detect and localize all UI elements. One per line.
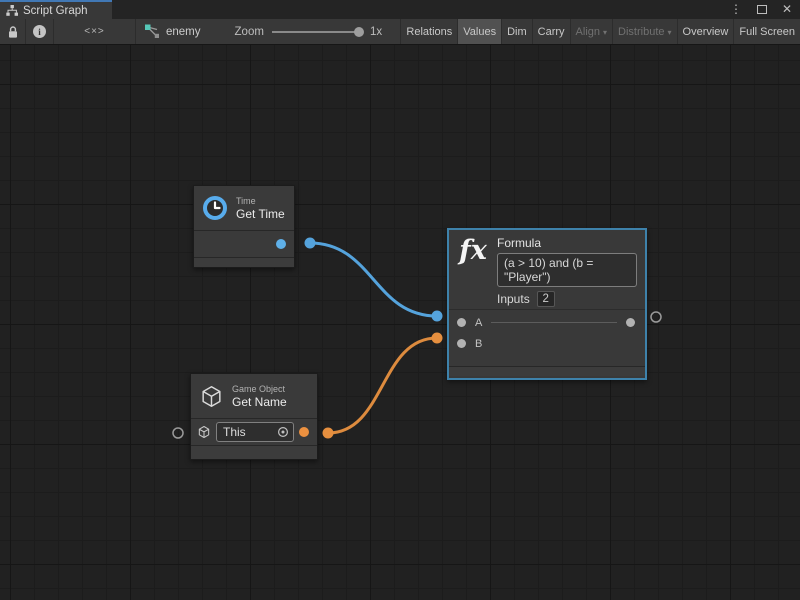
zoom-value: 1x — [370, 26, 382, 38]
unconnected-output-formula[interactable] — [651, 312, 661, 322]
graph-breadcrumb[interactable]: enemy — [144, 19, 201, 44]
wire-layer — [0, 45, 800, 600]
graph-icon — [144, 24, 160, 39]
carry-button[interactable]: Carry — [532, 19, 570, 44]
port-row-a: A — [449, 312, 645, 333]
zoom-control: Zoom 1x — [235, 19, 383, 44]
window-menu-icon[interactable]: ⋮ — [730, 0, 742, 19]
graph-name-label: enemy — [166, 26, 201, 38]
node-get-name-ports: This — [191, 418, 317, 445]
wire-endpoint-name-output[interactable] — [323, 428, 334, 439]
close-icon[interactable]: ✕ — [782, 0, 792, 19]
window-controls: ⋮ ✕ — [730, 0, 792, 19]
zoom-slider[interactable] — [272, 26, 362, 38]
wire-endpoint-formula-b[interactable] — [432, 333, 443, 344]
unconnected-input-get-name[interactable] — [173, 428, 183, 438]
chevron-down-icon: ▾ — [603, 28, 607, 37]
code-view-button[interactable]: <×> — [54, 19, 136, 44]
titlebar: Script Graph ⋮ ✕ — [0, 0, 800, 19]
output-port-time[interactable] — [276, 239, 286, 249]
formula-fx-icon: fx — [457, 236, 489, 309]
node-get-time-ports — [194, 230, 294, 257]
relations-button[interactable]: Relations — [400, 19, 457, 44]
clock-icon — [202, 195, 228, 221]
inputs-label: Inputs — [497, 292, 530, 306]
node-category: Time — [236, 196, 285, 207]
node-get-name-header[interactable]: Game Object Get Name — [191, 374, 317, 418]
node-get-name[interactable]: Game Object Get Name This — [190, 373, 318, 460]
wire-endpoint-time-output[interactable] — [305, 238, 316, 249]
node-title: Get Name — [232, 395, 287, 409]
relation-line — [491, 322, 617, 323]
node-footer — [449, 366, 645, 376]
input-port-b[interactable] — [457, 339, 466, 348]
wire-name-to-formula-b[interactable] — [328, 338, 437, 433]
port-row-b: B — [449, 333, 645, 354]
node-formula[interactable]: fx Formula (a > 10) and (b = "Player") I… — [447, 228, 647, 380]
node-formula-header[interactable]: fx Formula (a > 10) and (b = "Player") I… — [449, 230, 645, 309]
lock-icon — [7, 25, 19, 39]
node-get-time-header[interactable]: Time Get Time — [194, 186, 294, 230]
tab-script-graph[interactable]: Script Graph — [0, 0, 112, 19]
tab-title: Script Graph — [23, 5, 88, 17]
zoom-slider-track — [272, 31, 362, 33]
node-footer — [194, 257, 294, 267]
target-object-value: This — [223, 425, 277, 439]
inputs-count-field[interactable]: 2 — [537, 291, 555, 307]
port-b-label: B — [475, 338, 482, 350]
align-button[interactable]: Align ▾ — [570, 19, 612, 44]
node-formula-ports: A B — [449, 309, 645, 366]
node-category: Game Object — [232, 384, 287, 395]
formula-inputs-row: Inputs 2 — [497, 291, 637, 307]
node-get-time[interactable]: Time Get Time — [193, 185, 295, 268]
graph-toolbar: i <×> enemy Zoom 1x Relations Values Dim… — [0, 19, 800, 45]
formula-expression-line2: "Player") — [504, 270, 630, 284]
zoom-slider-handle[interactable] — [354, 27, 364, 37]
target-object-field[interactable]: This — [216, 422, 294, 442]
node-title: Get Time — [236, 207, 285, 221]
wire-time-to-formula-a[interactable] — [310, 243, 437, 316]
zoom-label: Zoom — [235, 26, 264, 38]
lock-button[interactable] — [0, 19, 26, 44]
info-icon: i — [33, 25, 46, 38]
input-port-a[interactable] — [457, 318, 466, 327]
object-picker-icon[interactable] — [277, 426, 289, 438]
fullscreen-button[interactable]: Full Screen — [733, 19, 800, 44]
formula-expression-field[interactable]: (a > 10) and (b = "Player") — [497, 253, 637, 287]
output-port-name[interactable] — [299, 427, 309, 437]
chevron-down-icon: ▾ — [668, 28, 672, 37]
overview-button[interactable]: Overview — [677, 19, 734, 44]
code-icon: <×> — [84, 26, 105, 37]
port-a-label: A — [475, 317, 482, 329]
toolbar-buttons: Relations Values Dim Carry Align ▾ Distr… — [400, 19, 800, 44]
cube-icon — [199, 384, 224, 409]
node-title: Formula — [497, 236, 637, 250]
distribute-button[interactable]: Distribute ▾ — [612, 19, 676, 44]
info-button[interactable]: i — [26, 19, 54, 44]
cube-icon-small — [197, 425, 211, 439]
wire-endpoint-formula-a[interactable] — [432, 311, 443, 322]
graph-hierarchy-icon — [6, 5, 18, 16]
node-footer — [191, 445, 317, 459]
formula-expression-line1: (a > 10) and (b = — [504, 256, 630, 270]
dim-button[interactable]: Dim — [501, 19, 532, 44]
graph-canvas[interactable]: Time Get Time Game Object Get Name — [0, 45, 800, 600]
output-port-result[interactable] — [626, 318, 635, 327]
maximize-icon[interactable] — [757, 5, 767, 14]
values-button[interactable]: Values — [457, 19, 501, 44]
